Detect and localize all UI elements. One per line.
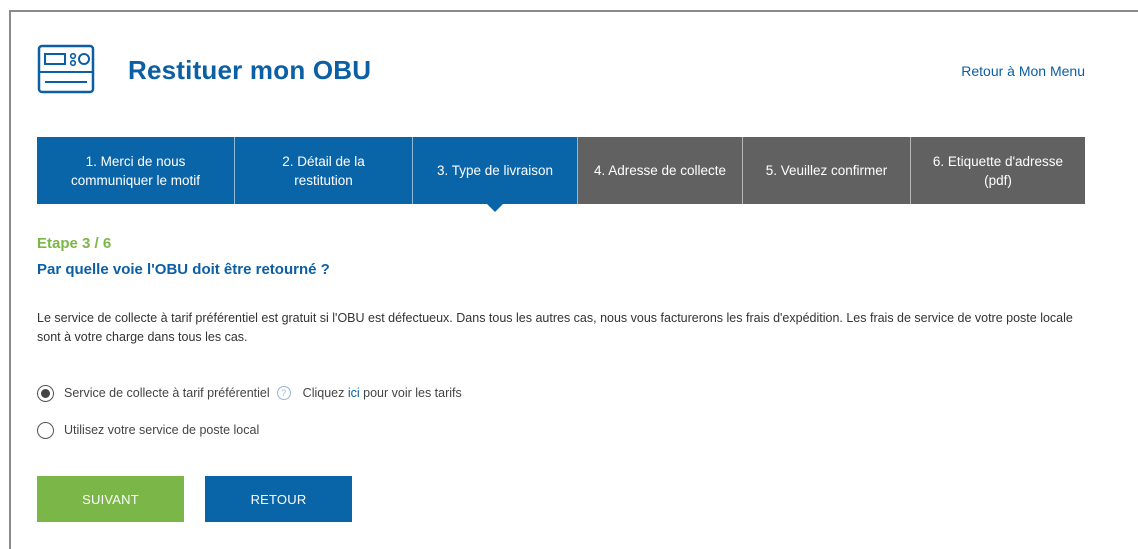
tariff-prefix: Cliquez [302, 386, 348, 400]
step-6-address-label[interactable]: 6. Etiquette d'adresse (pdf) [911, 137, 1085, 204]
step-label: 6. Etiquette d'adresse (pdf) [932, 153, 1064, 188]
step-label: 2. Détail de la restitution [282, 153, 365, 188]
progress-stepper: 1. Merci de nous communiquer le motif 2.… [37, 137, 1085, 212]
back-button[interactable]: RETOUR [205, 476, 352, 522]
step-label: 1. Merci de nous communiquer le motif [70, 153, 201, 188]
radio-local-post[interactable] [37, 421, 54, 439]
tariff-link[interactable]: ici [348, 386, 360, 400]
step-1-reason[interactable]: 1. Merci de nous communiquer le motif [37, 137, 235, 204]
next-button[interactable]: SUIVANT [37, 476, 184, 522]
option-preferential-collection[interactable]: Service de collecte à tarif préférentiel… [37, 383, 462, 403]
page-header: Restituer mon OBU Retour à Mon Menu [37, 44, 1097, 100]
step-4-collection-address[interactable]: 4. Adresse de collecte [578, 137, 743, 204]
tariff-suffix: pour voir les tarifs [359, 386, 462, 400]
option-label: Utilisez votre service de poste local [64, 423, 260, 437]
obu-device-icon [37, 44, 95, 94]
option-label: Service de collecte à tarif préférentiel [64, 386, 270, 400]
step-label: 3. Type de livraison [436, 163, 554, 178]
step-3-delivery-type[interactable]: 3. Type de livraison [413, 137, 578, 212]
info-text: Le service de collecte à tarif préférent… [37, 311, 1073, 344]
option-local-post[interactable]: Utilisez votre service de poste local [37, 420, 259, 440]
section-question: Par quelle voie l'OBU doit être retourné… [37, 261, 330, 278]
step-label: 5. Veuillez confirmer [765, 163, 888, 178]
step-2-return-details[interactable]: 2. Détail de la restitution [235, 137, 413, 204]
page-title: Restituer mon OBU [128, 55, 372, 85]
step-label: 4. Adresse de collecte [593, 163, 727, 178]
step-5-confirm[interactable]: 5. Veuillez confirmer [743, 137, 911, 204]
radio-preferential-collection[interactable] [37, 384, 54, 402]
step-counter: Etape 3 / 6 [37, 235, 112, 252]
back-to-menu-link[interactable]: Retour à Mon Menu [961, 63, 1085, 79]
help-icon[interactable]: ? [276, 386, 291, 400]
